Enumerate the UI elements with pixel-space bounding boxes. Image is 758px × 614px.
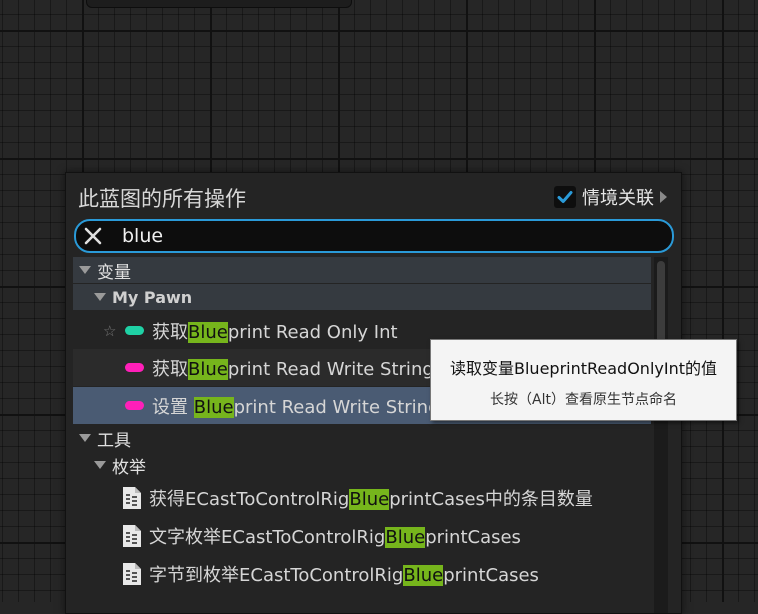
favorite-star-icon[interactable]: ☆ (103, 322, 117, 340)
function-icon (123, 562, 141, 585)
category-variables[interactable]: 变量 (73, 257, 651, 283)
graph-node[interactable] (86, 0, 352, 8)
context-sensitive-label: 情境关联 (582, 188, 654, 209)
category-label: 工具 (97, 430, 131, 451)
search-box[interactable] (74, 219, 674, 253)
action-item-enum-count[interactable]: 获得ECastToControlRigBlueprintCases中的条目数量 (73, 479, 651, 516)
panel-title: 此蓝图的所有操作 (78, 187, 246, 211)
category-tools[interactable]: 工具 (73, 425, 651, 451)
action-label: 获取Blueprint Read Only Int (152, 321, 398, 343)
subcategory-label: 枚举 (112, 457, 146, 478)
expand-arrow-icon[interactable] (79, 434, 91, 442)
tooltip-hint-text: 长按（Alt）查看原生节点命名 (490, 392, 677, 408)
string-pin-icon (125, 401, 144, 410)
action-label: 设置 Blueprint Read Write String (152, 396, 440, 418)
action-item-byte-to-enum[interactable]: 字节到枚举ECastToControlRigBlueprintCases (73, 555, 651, 592)
tooltip: 读取变量BlueprintReadOnlyInt的值 长按（Alt）查看原生节点… (430, 339, 737, 421)
bool-pin-icon (125, 326, 144, 335)
context-sensitive-checkbox[interactable] (554, 186, 576, 208)
scrollbar[interactable] (654, 257, 668, 613)
arrow-right-icon (660, 191, 667, 203)
expand-arrow-icon[interactable] (94, 293, 106, 301)
subcategory-label: My Pawn (112, 287, 193, 307)
scrollbar-thumb[interactable] (657, 261, 665, 343)
subcategory-my-pawn[interactable]: My Pawn (73, 284, 651, 310)
action-item-literal-enum[interactable]: 文字枚举ECastToControlRigBlueprintCases (73, 517, 651, 554)
expand-arrow-icon[interactable] (79, 266, 91, 274)
checkmark-icon (557, 191, 573, 203)
action-label: 获取Blueprint Read Write String (152, 358, 434, 380)
clear-search-icon[interactable] (82, 225, 104, 247)
action-label: 获得ECastToControlRigBlueprintCases中的条目数量 (149, 488, 593, 510)
function-icon (123, 524, 141, 547)
action-label: 文字枚举ECastToControlRigBlueprintCases (149, 526, 521, 548)
action-label: 字节到枚举ECastToControlRigBlueprintCases (149, 564, 539, 586)
string-pin-icon (125, 363, 144, 372)
function-icon (123, 486, 141, 509)
tooltip-main-text: 读取变量BlueprintReadOnlyInt的值 (450, 359, 717, 378)
search-input[interactable] (122, 221, 642, 251)
subcategory-enum[interactable]: 枚举 (73, 452, 651, 478)
category-label: 变量 (97, 262, 131, 283)
expand-arrow-icon[interactable] (94, 461, 106, 469)
context-sensitive-toggle[interactable]: 情境关联 (554, 184, 667, 210)
